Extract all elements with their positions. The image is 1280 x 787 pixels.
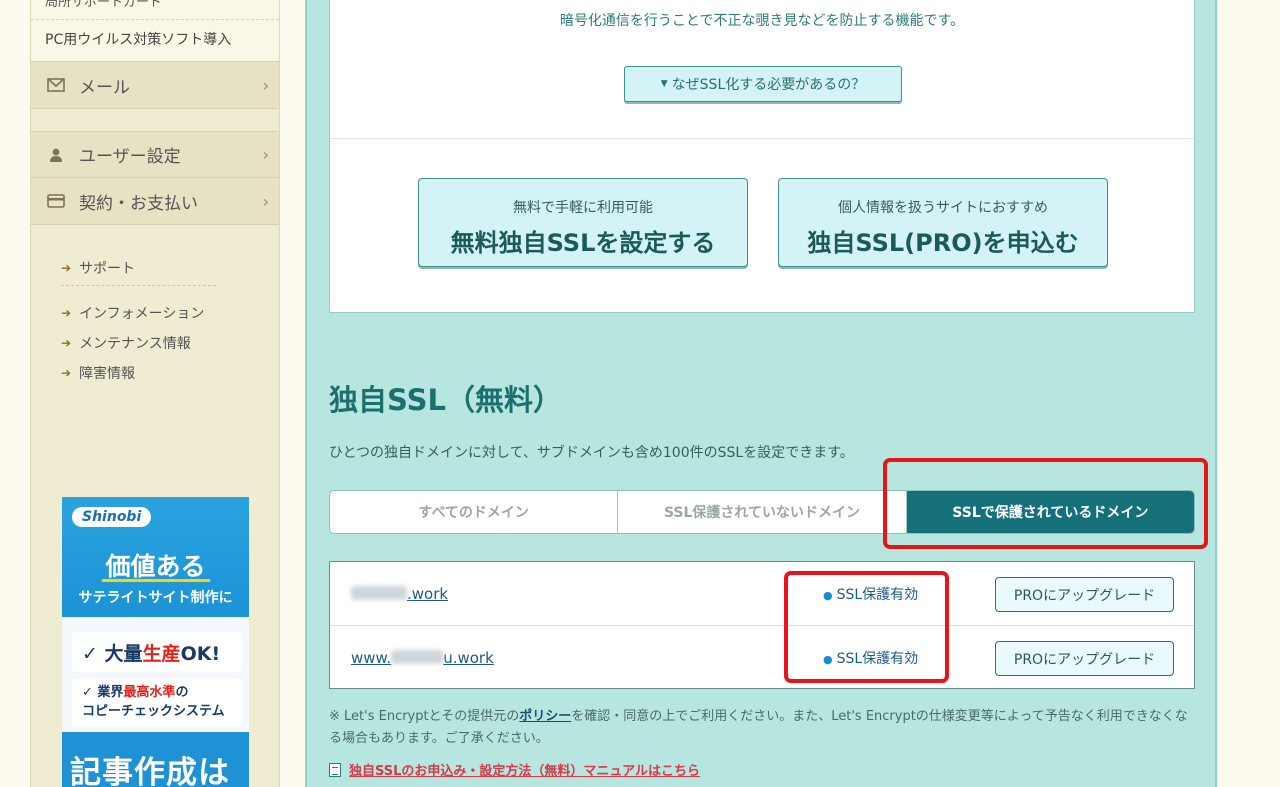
tab-all-domains[interactable]: すべてのドメイン [330, 491, 619, 533]
user-icon [45, 146, 67, 164]
section-description: ひとつの独自ドメインに対して、サブドメインも含め100件のSSLを設定できます。 [329, 445, 854, 461]
sidebar-link-failure[interactable]: ➔ 障害情報 [61, 358, 279, 388]
set-free-ssl-button[interactable]: 無料で手軽に利用可能 無料独自SSLを設定する [418, 178, 748, 267]
arrow-right-icon: ➔ [61, 261, 72, 275]
lets-encrypt-note: ※ Let's Encryptとその提供元のポリシーを確認・同意の上でご利用くだ… [329, 709, 1188, 746]
triangle-down-icon: ▼ [660, 79, 668, 89]
sidebar: 局所サポートガード PC用ウイルス対策ソフト導入 メール › ユーザー設定 › … [30, 0, 280, 787]
banner-title: 価値ある [105, 552, 206, 581]
sidebar-category-user-settings[interactable]: ユーザー設定 › [31, 131, 279, 178]
chevron-right-icon: › [262, 191, 269, 211]
chevron-right-icon: › [262, 75, 269, 95]
sidebar-link-support[interactable]: ➔ サポート [61, 253, 279, 283]
sidebar-link-maintenance[interactable]: ➔ メンテナンス情報 [61, 328, 279, 358]
ssl-description: 暗号化通信を行うことで不正な覗き見などを防止する機能です。 [559, 13, 965, 29]
envelope-icon [45, 76, 67, 94]
banner-card-copy-check: ✓ 業界最高水準の コピーチェックシステム [72, 679, 242, 727]
banner-subtitle: サテライトサイト制作に [78, 590, 233, 606]
status-dot-icon: ● [823, 589, 833, 602]
table-row: www. u.work ● SSL保護有効 PROにアップグレード [330, 626, 1194, 690]
apply-pro-ssl-button[interactable]: 個人情報を扱うサイトにおすすめ 独自SSL(PRO)を申込む [778, 178, 1108, 267]
policy-link[interactable]: ポリシー [519, 709, 571, 724]
domain-link[interactable]: .work [351, 585, 448, 603]
sidebar-category-contract-payment[interactable]: 契約・お支払い › [31, 178, 279, 225]
sidebar-links: ➔ サポート ➔ インフォメーション ➔ メンテナンス情報 ➔ 障害情報 [31, 225, 279, 388]
document-icon [329, 762, 341, 777]
blurred-domain [391, 650, 444, 664]
credit-card-icon [45, 192, 67, 210]
sidebar-item-antivirus[interactable]: PC用ウイルス対策ソフト導入 [31, 20, 279, 62]
arrow-right-icon: ➔ [61, 336, 72, 350]
upgrade-to-pro-button[interactable]: PROにアップグレード [995, 641, 1174, 676]
status-dot-icon: ● [823, 653, 833, 666]
tab-unprotected-domains[interactable]: SSL保護されていないドメイン [618, 491, 907, 533]
sidebar-divider [61, 285, 216, 286]
banner-underline [102, 579, 210, 582]
upgrade-to-pro-button[interactable]: PROにアップグレード [995, 577, 1174, 612]
panel-divider [330, 138, 1194, 139]
chevron-right-icon: › [262, 145, 269, 164]
banner-card-mass-production: ✓ 大量生産OK! [72, 632, 242, 672]
domain-table: .work ● SSL保護有効 PROにアップグレード www. u.work ● S… [329, 561, 1195, 689]
sidebar-link-information[interactable]: ➔ インフォメーション [61, 298, 279, 328]
banner-big-text: 記事作成は [70, 755, 230, 787]
arrow-right-icon: ➔ [61, 306, 72, 320]
blurred-domain [351, 586, 407, 600]
ad-banner[interactable]: Shinobi 価値ある サテライトサイト制作に ✓ 大量生産OK! ✓ 業界最… [62, 497, 249, 787]
ssl-status: ● SSL保護有効 [823, 651, 919, 667]
banner-logo: Shinobi [72, 507, 152, 527]
ssl-status: ● SSL保護有効 [823, 587, 919, 603]
arrow-right-icon: ➔ [61, 366, 72, 380]
sidebar-partial-item[interactable]: 局所サポートガード [31, 0, 279, 20]
section-title: 独自SSL（無料） [329, 383, 562, 417]
main-content: 暗号化通信を行うことで不正な覗き見などを防止する機能です。 ▼ なぜSSL化する… [305, 0, 1217, 787]
ssl-intro-panel: 暗号化通信を行うことで不正な覗き見などを防止する機能です。 ▼ なぜSSL化する… [329, 0, 1195, 313]
domain-link[interactable]: www. u.work [351, 649, 494, 667]
tab-protected-domains[interactable]: SSLで保護されているドメイン [906, 491, 1194, 533]
sidebar-category-mail[interactable]: メール › [31, 62, 279, 109]
domain-filter-tabs: すべてのドメイン SSL保護されていないドメイン SSLで保護されているドメイン [329, 490, 1195, 534]
why-ssl-toggle-button[interactable]: ▼ なぜSSL化する必要があるの？ [624, 66, 902, 102]
manual-link[interactable]: 独自SSLのお申込み・設定方法（無料）マニュアルはこちら [329, 760, 700, 779]
table-row: .work ● SSL保護有効 PROにアップグレード [330, 562, 1194, 626]
